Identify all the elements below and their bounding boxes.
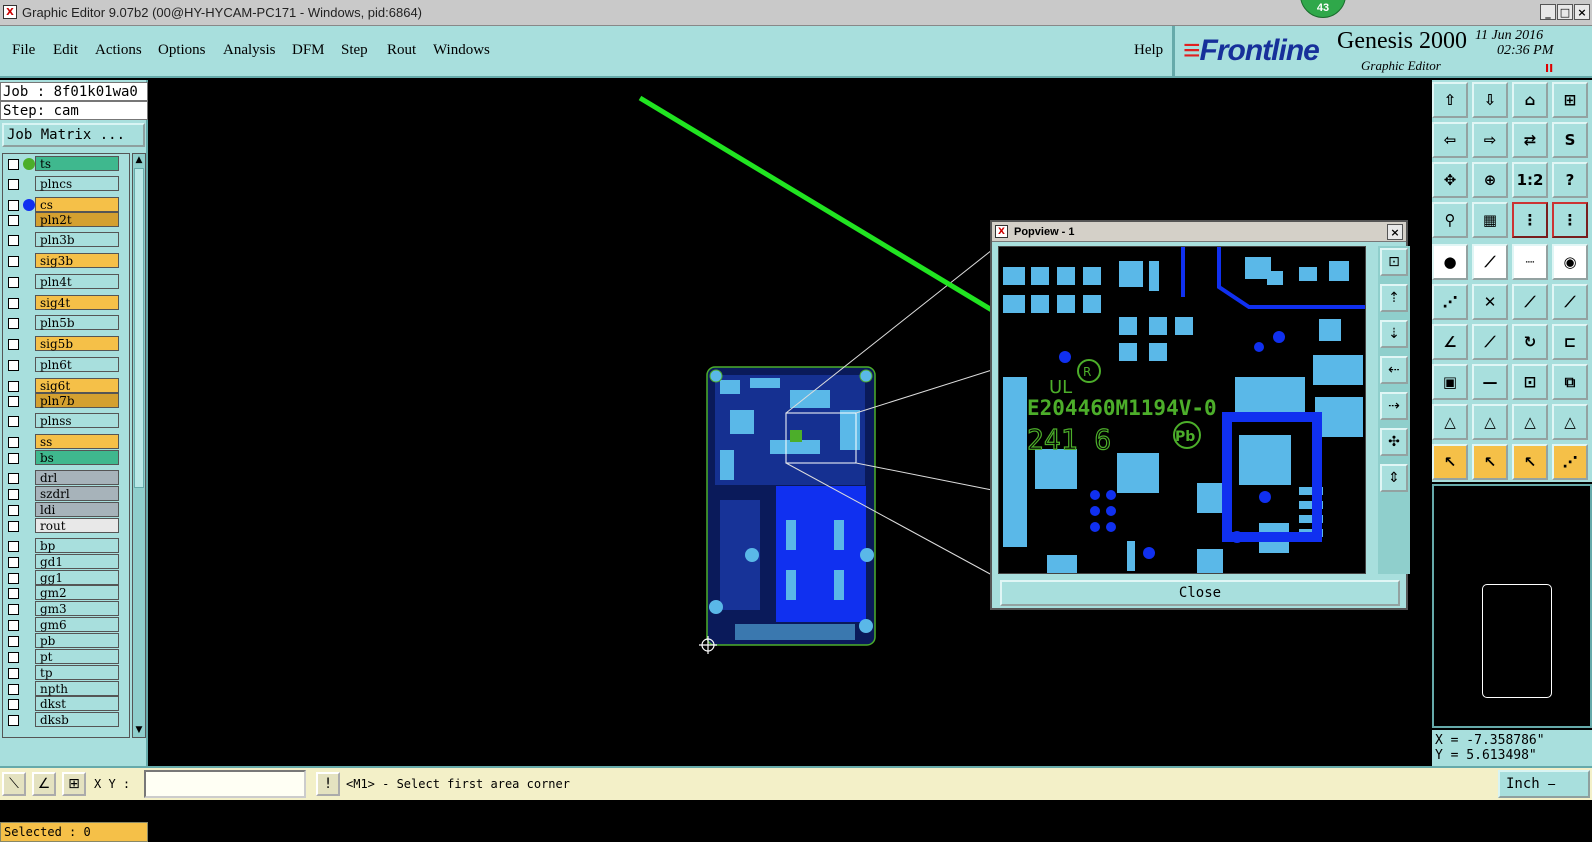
tool-cross-icon[interactable]: ✕ xyxy=(1472,284,1508,320)
popview-title: Popview - 1 xyxy=(992,222,1406,242)
overview-frame xyxy=(1482,584,1552,698)
popview-tool-1-icon[interactable]: ⊡ xyxy=(1380,248,1408,276)
tool-flip-icon[interactable]: ⊏ xyxy=(1552,324,1588,360)
tool-line-icon[interactable]: ⟋ xyxy=(1472,244,1508,280)
tool-angle-icon[interactable]: ∠ xyxy=(1432,324,1468,360)
date-code-text: 241 6 xyxy=(1027,423,1111,456)
tool-diag-icon[interactable]: ⟋ xyxy=(1472,324,1508,360)
tool-tri-d-icon[interactable]: △ xyxy=(1552,404,1588,440)
popview-tool-3-icon[interactable]: ⇣ xyxy=(1380,320,1408,348)
tool-node-a-icon[interactable]: ⟋ xyxy=(1512,284,1548,320)
xy-label: X Y : xyxy=(94,777,131,791)
tool-right-icon[interactable]: ⇨ xyxy=(1472,122,1508,158)
popview-tool-2-icon[interactable]: ⇡ xyxy=(1380,284,1408,312)
unit-label: Inch xyxy=(1506,776,1540,792)
tool-panel: ⇧ ⇩ ⌂ ⊞ ⇦ ⇨ ⇄ S ✥ ⊕ 1:2 ? ⚲ ▦ ⋮ ⋮ ● ⟋ ┈ … xyxy=(1432,80,1592,482)
unit-selector[interactable]: Inch ⎯ xyxy=(1498,770,1590,798)
svg-text:R: R xyxy=(1083,365,1091,379)
angle-icon[interactable]: ∠ xyxy=(32,772,56,796)
popview-tool-6-icon[interactable]: ✣ xyxy=(1380,428,1408,456)
coord-y: Y = 5.613498" xyxy=(1435,748,1537,763)
tool-scale-icon[interactable]: 1:2 xyxy=(1512,162,1548,198)
tool-rotate-icon[interactable]: ↻ xyxy=(1512,324,1548,360)
annotation-arrow xyxy=(638,95,1032,336)
tool-circle-icon[interactable]: ◉ xyxy=(1552,244,1588,280)
popview-tool-4-icon[interactable]: ⇠ xyxy=(1380,356,1408,384)
tool-ruler-icon[interactable]: ┈ xyxy=(1512,244,1548,280)
tool-left-icon[interactable]: ⇦ xyxy=(1432,122,1468,158)
ul-code-text: E204460M1194V-0 xyxy=(1027,396,1217,420)
tool-down-icon[interactable]: ⇩ xyxy=(1472,82,1508,118)
tool-up-icon[interactable]: ⇧ xyxy=(1432,82,1468,118)
tool-pad-move-icon[interactable]: ▣ xyxy=(1432,364,1468,400)
popview-canvas[interactable]: R UL E204460M1194V-0 241 6 Pb xyxy=(998,246,1366,574)
pcb-components xyxy=(715,375,866,640)
unit-dropdown-icon: ⎯ xyxy=(1548,776,1556,792)
pb-mark-text: Pb xyxy=(1175,429,1195,445)
popview-toolbar: ⊡ ⇡ ⇣ ⇠ ⇢ ✣ ⇕ xyxy=(1378,246,1410,574)
tool-select-box-icon[interactable]: ↖ xyxy=(1472,444,1508,480)
selected-count: Selected : 0 xyxy=(0,822,148,842)
tool-pad-icon[interactable]: ● xyxy=(1432,244,1468,280)
tool-layers-b-icon[interactable]: ⋮ xyxy=(1552,202,1588,238)
grid-snap-icon[interactable]: ⊞ xyxy=(62,772,86,796)
coord-x: X = -7.358786" xyxy=(1435,733,1545,748)
tool-dash-icon[interactable]: — xyxy=(1472,364,1508,400)
tool-swap-icon[interactable]: ⇄ xyxy=(1512,122,1548,158)
warning-icon[interactable]: ! xyxy=(316,772,340,796)
tool-zoom-area-icon[interactable]: ⊕ xyxy=(1472,162,1508,198)
tool-select-net-icon[interactable]: ⋰ xyxy=(1552,444,1588,480)
popview-tool-7-icon[interactable]: ⇕ xyxy=(1380,464,1408,492)
popview-window[interactable]: Popview - 1 X × R UL E204460M1194V-0 241… xyxy=(990,220,1410,610)
tool-tri-c-icon[interactable]: △ xyxy=(1512,404,1548,440)
popview-close-icon[interactable]: × xyxy=(1387,224,1403,240)
cursor-coords: X = -7.358786" Y = 5.613498" xyxy=(1432,730,1592,766)
tool-zoom-fit-icon[interactable]: ✥ xyxy=(1432,162,1468,198)
tool-copy-icon[interactable]: ⧉ xyxy=(1552,364,1588,400)
tool-tri-a-icon[interactable]: △ xyxy=(1432,404,1468,440)
tool-measure-icon[interactable]: ⊡ xyxy=(1512,364,1548,400)
xy-input[interactable] xyxy=(144,770,306,798)
status-bar: ⟍ ∠ ⊞ X Y : ! <M1> - Select first area c… xyxy=(0,766,1592,800)
tool-s-icon[interactable]: S xyxy=(1552,122,1588,158)
overview-map[interactable] xyxy=(1432,484,1592,728)
svg-text:UL: UL xyxy=(1049,377,1072,398)
popview-tool-5-icon[interactable]: ⇢ xyxy=(1380,392,1408,420)
tool-layers-a-icon[interactable]: ⋮ xyxy=(1512,202,1548,238)
tool-grid-icon[interactable]: ▦ xyxy=(1472,202,1508,238)
tool-node-b-icon[interactable]: ⟋ xyxy=(1552,284,1588,320)
tool-help-icon[interactable]: ? xyxy=(1552,162,1588,198)
snap-icon[interactable]: ⟍ xyxy=(2,772,26,796)
tool-select-icon[interactable]: ↖ xyxy=(1432,444,1468,480)
popview-app-icon: X xyxy=(995,225,1008,238)
tool-magnify-icon[interactable]: ⚲ xyxy=(1432,202,1468,238)
status-message: <M1> - Select first area corner xyxy=(346,777,570,791)
tool-window-icon[interactable]: ⊞ xyxy=(1552,82,1588,118)
tool-home-icon[interactable]: ⌂ xyxy=(1512,82,1548,118)
tool-tri-b-icon[interactable]: △ xyxy=(1472,404,1508,440)
tool-connect-icon[interactable]: ⋰ xyxy=(1432,284,1468,320)
popview-close-button[interactable]: Close xyxy=(1000,580,1400,606)
tool-select-area-icon[interactable]: ↖ xyxy=(1512,444,1548,480)
